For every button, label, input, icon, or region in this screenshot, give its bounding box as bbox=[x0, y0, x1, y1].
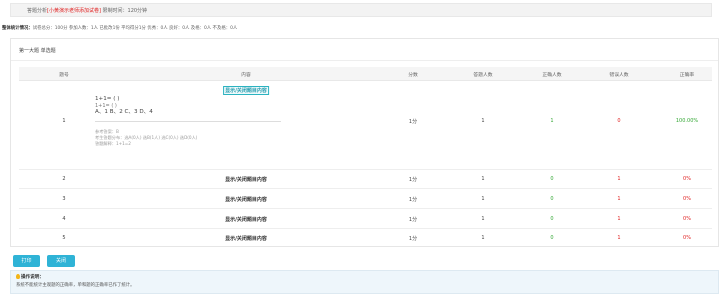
cell-score: 1分 bbox=[408, 236, 418, 242]
cell-answered: 1 bbox=[481, 118, 485, 124]
cell-wrong: 1 bbox=[617, 235, 621, 241]
table-row: 5 显示/关闭题目内容 1分 1 0 1 0% bbox=[19, 229, 712, 247]
lightbulb-icon bbox=[16, 274, 20, 279]
print-button[interactable]: 打印 bbox=[13, 255, 40, 267]
header-title: 答题分析 bbox=[27, 8, 48, 14]
cell-score: 1分 bbox=[408, 119, 418, 125]
cell-number: 1 bbox=[62, 118, 66, 124]
question-options: A、1 B、2 C、3 D、4 bbox=[95, 109, 153, 115]
cell-rate: 100.00% bbox=[675, 118, 699, 124]
cell-answered: 1 bbox=[481, 176, 485, 182]
cell-rate: 0% bbox=[683, 196, 691, 202]
time-limit: 限制时间：120分钟 bbox=[100, 8, 148, 14]
header-wrong: 错误人数 bbox=[609, 73, 629, 78]
section-title: 第一大题 单选题 bbox=[19, 48, 56, 54]
toggle-content-button[interactable]: 显示/关闭题目内容 bbox=[225, 235, 267, 242]
cell-answered: 1 bbox=[481, 196, 485, 202]
operation-note: 操作说明： 系统不能统计主观题的正确率，单和题的正确率已作了统计。 bbox=[10, 270, 719, 294]
note-title: 操作说明： bbox=[16, 274, 44, 280]
cell-wrong: 1 bbox=[617, 216, 621, 222]
cell-wrong: 0 bbox=[617, 118, 621, 124]
toggle-content-button[interactable]: 显示/关闭题目内容 bbox=[223, 86, 269, 95]
cell-rate: 0% bbox=[683, 216, 691, 222]
exam-name: [小黄演示老师添加试卷] bbox=[47, 8, 101, 14]
cell-correct: 1 bbox=[550, 118, 554, 124]
toggle-content-button[interactable]: 显示/关闭题目内容 bbox=[225, 196, 267, 203]
cell-number: 3 bbox=[62, 196, 66, 202]
header-score: 分数 bbox=[408, 73, 418, 78]
cell-correct: 0 bbox=[550, 176, 554, 182]
cell-correct: 0 bbox=[550, 196, 554, 202]
question-divider bbox=[95, 121, 281, 122]
cell-rate: 0% bbox=[683, 176, 691, 182]
cell-wrong: 1 bbox=[617, 196, 621, 202]
note-text: 系统不能统计主观题的正确率，单和题的正确率已作了统计。 bbox=[16, 283, 135, 288]
answer-explanation: 答题解释：1+1=2 bbox=[95, 141, 131, 146]
stats-label: 整体统计情况： bbox=[2, 26, 33, 31]
cell-score: 1分 bbox=[408, 177, 418, 183]
cell-rate: 0% bbox=[683, 235, 691, 241]
cell-wrong: 1 bbox=[617, 176, 621, 182]
table-row: 显示/关闭题目内容 1+1= ( ) 1+1= ( ) A、1 B、2 C、3 … bbox=[19, 81, 712, 170]
cell-number: 4 bbox=[62, 216, 66, 222]
table-header: 题号 内容 分数 答题人数 正确人数 错误人数 正确率 bbox=[19, 67, 712, 81]
header-rate: 正确率 bbox=[679, 73, 695, 78]
toggle-content-button[interactable]: 显示/关闭题目内容 bbox=[225, 216, 267, 223]
header-correct: 正确人数 bbox=[542, 73, 562, 78]
toggle-content-button[interactable]: 显示/关闭题目内容 bbox=[225, 176, 267, 183]
cell-answered: 1 bbox=[481, 216, 485, 222]
cell-correct: 0 bbox=[550, 235, 554, 241]
stats-text: 试卷总分：100分 参加人数：1人 已批改1份 平均得分1分 优秀：0人 良好：… bbox=[32, 26, 238, 31]
header-content: 内容 bbox=[241, 73, 251, 78]
page-header: 答题分析[小黄演示老师添加试卷] 限制时间：120分钟 bbox=[10, 3, 712, 17]
question-line: 1+1= ( ) bbox=[95, 96, 120, 102]
cell-correct: 0 bbox=[550, 216, 554, 222]
table-row: 4 显示/关闭题目内容 1分 1 0 1 0% bbox=[19, 209, 712, 229]
cell-number: 5 bbox=[62, 235, 66, 241]
cell-score: 1分 bbox=[408, 217, 418, 223]
header-text: 答题分析[小黄演示老师添加试卷] 限制时间：120分钟 bbox=[27, 7, 147, 14]
question-text: 1+1= ( ) 1+1= ( ) A、1 B、2 C、3 D、4 bbox=[95, 96, 153, 116]
close-button[interactable]: 关闭 bbox=[47, 255, 75, 267]
cell-score: 1分 bbox=[408, 197, 418, 203]
header-answered: 答题人数 bbox=[473, 73, 493, 78]
header-number: 题号 bbox=[59, 73, 69, 78]
note-title-text: 操作说明： bbox=[21, 275, 44, 280]
cell-answered: 1 bbox=[481, 235, 485, 241]
table-row: 2 显示/关闭题目内容 1分 1 0 1 0% bbox=[19, 170, 712, 189]
table-row: 3 显示/关闭题目内容 1分 1 0 1 0% bbox=[19, 189, 712, 209]
section-divider bbox=[11, 60, 718, 61]
cell-number: 2 bbox=[62, 176, 66, 182]
overall-stats: 整体统计情况：试卷总分：100分 参加人数：1人 已批改1份 平均得分1分 优秀… bbox=[2, 25, 237, 31]
section-panel: 第一大题 单选题 题号 内容 分数 答题人数 正确人数 错误人数 正确率 显示/… bbox=[10, 38, 719, 247]
question-meta: 参考答案：B 考生答题分布：选A(0人) 选B(1人) 选C(0人) 选D(0人… bbox=[95, 129, 197, 147]
